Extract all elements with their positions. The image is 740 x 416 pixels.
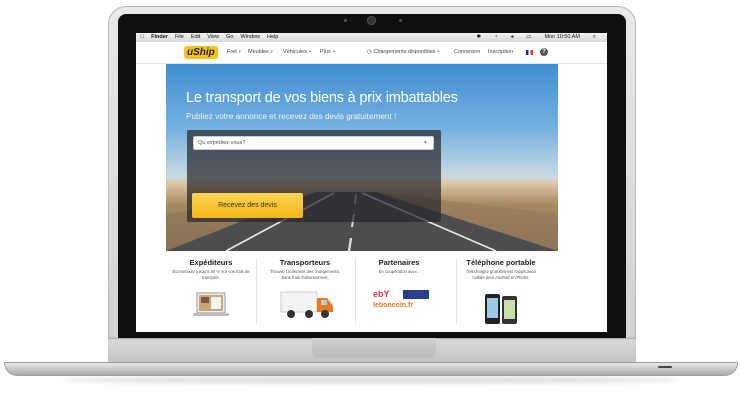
site-header: uShip Fret▼ Meubles▼ Véhicules▼ Plus▼ ◷ … [136, 42, 607, 64]
menu-edit[interactable]: Edit [191, 33, 200, 42]
chevron-down-icon: ▼ [237, 49, 242, 54]
feature-title: Partenaires [378, 258, 420, 267]
menu-finder[interactable]: Finder [151, 33, 168, 42]
hero-banner: Le transport de vos biens à prix imbatta… [166, 64, 558, 251]
bluetooth-icon[interactable]: ✱ [477, 33, 482, 42]
french-flag-icon[interactable] [526, 50, 533, 55]
divider [355, 258, 356, 324]
smartphone-icon [485, 294, 517, 324]
nav-available-loads[interactable]: ◷ Chargements disponibles▼ [367, 49, 440, 55]
delivery-truck-icon [280, 291, 333, 318]
ebay-wordmark: ebY [373, 289, 390, 299]
menu-file[interactable]: File [175, 33, 184, 42]
menu-go[interactable]: Go [226, 33, 233, 42]
mac-menubar:  Finder File Edit View Go Window Help ✱… [136, 33, 607, 42]
nav-vehicules-label: Véhicules [283, 49, 307, 55]
menu-window[interactable]: Window [240, 33, 260, 42]
feature-text: Trouvez facilement des chargements. Sans… [270, 269, 340, 280]
features-row: Expéditeurs Économisez jusqu'à 80 % sur … [136, 256, 607, 332]
divider [256, 258, 257, 324]
chevron-down-icon: ▼ [423, 140, 428, 146]
uship-logo[interactable]: uShip [184, 46, 218, 59]
hero-title: Le transport de vos biens à prix imbatta… [186, 90, 458, 106]
nav-plus-label: Plus [320, 49, 331, 55]
shipment-type-placeholder: Qu expédiez-vous? [198, 140, 246, 146]
menu-view[interactable]: View [207, 33, 219, 42]
feature-text: Économisez jusqu'à 80 % sur vos frais de… [172, 269, 250, 280]
get-quotes-button[interactable]: Recevez des devis [192, 193, 303, 218]
wifi-icon[interactable]: ◔ [494, 33, 497, 42]
chevron-down-icon: ▼ [307, 49, 312, 54]
leboncoin-wordmark: leboncoin.fr [373, 302, 414, 309]
laptop-screenshot-icon [193, 292, 229, 316]
hero-subtitle: Publiez votre annonce et recevez des dev… [186, 112, 397, 121]
nav-fret-label: Fret [227, 49, 237, 55]
sensor-dot [399, 19, 402, 22]
nav-fret[interactable]: Fret▼ [227, 49, 242, 55]
clock-icon: ◷ [367, 49, 372, 55]
nav-signup[interactable]: Inscription [488, 49, 513, 55]
divider [456, 258, 457, 324]
nav-login[interactable]: Connexion [454, 49, 480, 55]
nav-plus[interactable]: Plus▼ [320, 49, 336, 55]
feature-text: Téléchargez gratuitement l'application m… [465, 269, 537, 280]
laptop-shadow [60, 376, 680, 384]
spotlight-search-icon[interactable]: ⌕ [593, 33, 596, 42]
shipment-type-select[interactable]: Qu expédiez-vous? ▼ [193, 136, 434, 150]
feature-title: Transporteurs [279, 258, 331, 267]
leboncoin-logo[interactable]: leboncoin.fr [373, 302, 413, 309]
nav-vehicules[interactable]: Véhicules▼ [283, 49, 312, 55]
feature-title: Expéditeurs [189, 258, 233, 267]
nav-meubles[interactable]: Meubles▼ [248, 49, 274, 55]
camera-icon [367, 16, 376, 25]
feature-text: En coopération avec : [378, 269, 420, 274]
nav-meubles-label: Meubles [248, 49, 269, 55]
nav-available-loads-label: Chargements disponibles [373, 49, 436, 55]
chevron-down-icon: ▼ [269, 49, 274, 54]
feature-partners: Partenaires En coopération avec : ebY le… [359, 256, 439, 309]
laptop-base [4, 362, 738, 376]
menu-help[interactable]: Help [267, 33, 278, 42]
feature-title: Téléphone portable [466, 258, 536, 267]
battery-icon[interactable]: ▭ [526, 33, 531, 42]
chevron-down-icon: ▼ [436, 49, 441, 54]
quote-panel: Qu expédiez-vous? ▼ Recevez des devis [187, 130, 441, 222]
feature-shippers: Expéditeurs Économisez jusqu'à 80 % sur … [171, 256, 251, 316]
feature-carriers: Transporteurs Trouvez facilement des cha… [265, 256, 345, 318]
partner-logo-icon[interactable] [403, 290, 429, 299]
apple-icon[interactable]:  [140, 33, 144, 42]
laptop-screen:  Finder File Edit View Go Window Help ✱… [136, 33, 607, 332]
help-icon[interactable]: ? [540, 48, 548, 56]
laptop-hinge-notch [312, 338, 436, 358]
feature-mobile: Téléphone portable Téléchargez gratuitem… [461, 256, 541, 324]
chevron-down-icon: ▼ [331, 49, 336, 54]
sensor-dot [344, 19, 347, 22]
status-led [658, 366, 672, 368]
menubar-clock[interactable]: Mon 10:50 AM [544, 33, 579, 42]
volume-icon[interactable]: ◂ [510, 33, 513, 42]
ebay-logo[interactable]: ebY [373, 289, 390, 299]
